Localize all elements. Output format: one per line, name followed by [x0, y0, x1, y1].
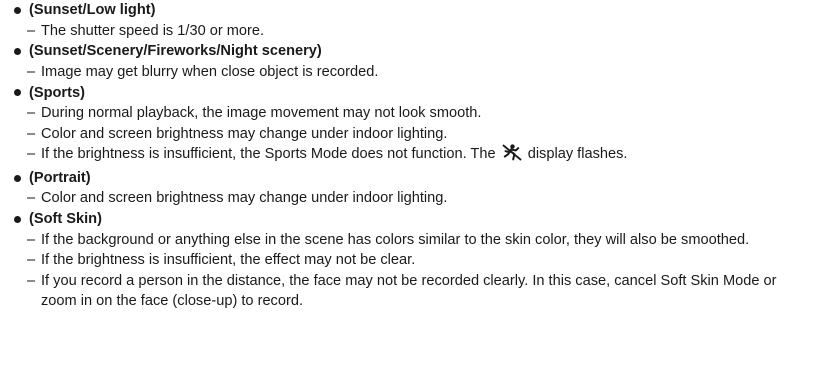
note-item: – If the background or anything else in … [13, 230, 820, 251]
dash-marker: – [27, 252, 36, 269]
dash-marker: – [27, 231, 36, 248]
dash-marker: – [27, 125, 36, 142]
section-title: (Portrait) [29, 170, 91, 187]
note-text: During normal playback, the image moveme… [41, 104, 482, 121]
note-text: If you record a person in the distance, … [41, 272, 777, 310]
note-text: If the brightness is insufficient, the S… [41, 144, 820, 168]
dash-marker: – [27, 63, 36, 80]
dash-marker: – [27, 146, 36, 163]
note-text: If the brightness is insufficient, the e… [41, 252, 416, 269]
note-item: – If you record a person in the distance… [13, 271, 820, 312]
section-heading: (Portrait) [13, 168, 820, 189]
dash-marker: – [27, 272, 36, 289]
bullet-icon [14, 6, 21, 14]
document-body: (Sunset/Low light) – The shutter speed i… [0, 0, 820, 312]
section-heading: (Soft Skin) [13, 209, 820, 230]
note-text-before-icon: If the brightness is insufficient, the S… [41, 146, 496, 163]
note-item: – Color and screen brightness may change… [13, 124, 820, 145]
dash-marker: – [27, 190, 36, 207]
note-text: Color and screen brightness may change u… [41, 125, 448, 142]
section-heading: (Sunset/Scenery/Fireworks/Night scenery) [13, 41, 820, 62]
section-title: (Sports) [29, 84, 85, 101]
note-text-after-icon: display flashes. [527, 146, 628, 163]
bullet-icon [14, 174, 21, 182]
section-heading: (Sunset/Low light) [13, 0, 820, 21]
bullet-icon [14, 47, 21, 55]
note-text: Image may get blurry when close object i… [41, 63, 379, 80]
note-text: The shutter speed is 1/30 or more. [41, 22, 265, 39]
note-item: – If the brightness is insufficient, the… [13, 144, 820, 168]
bullet-icon [14, 215, 21, 223]
note-text: If the background or anything else in th… [41, 231, 750, 248]
dash-marker: – [27, 22, 36, 39]
note-item: – During normal playback, the image move… [13, 103, 820, 124]
note-item: – The shutter speed is 1/30 or more. [13, 21, 820, 42]
section-title: (Soft Skin) [29, 211, 102, 228]
section-title: (Sunset/Low light) [29, 2, 156, 19]
section-title: (Sunset/Scenery/Fireworks/Night scenery) [29, 43, 322, 60]
sports-mode-icon [502, 144, 522, 168]
note-item: – Image may get blurry when close object… [13, 62, 820, 83]
dash-marker: – [27, 104, 36, 121]
note-item: – If the brightness is insufficient, the… [13, 250, 820, 271]
note-item: – Color and screen brightness may change… [13, 188, 820, 209]
bullet-icon [14, 89, 21, 97]
section-heading: (Sports) [13, 82, 820, 103]
note-text: Color and screen brightness may change u… [41, 190, 448, 207]
